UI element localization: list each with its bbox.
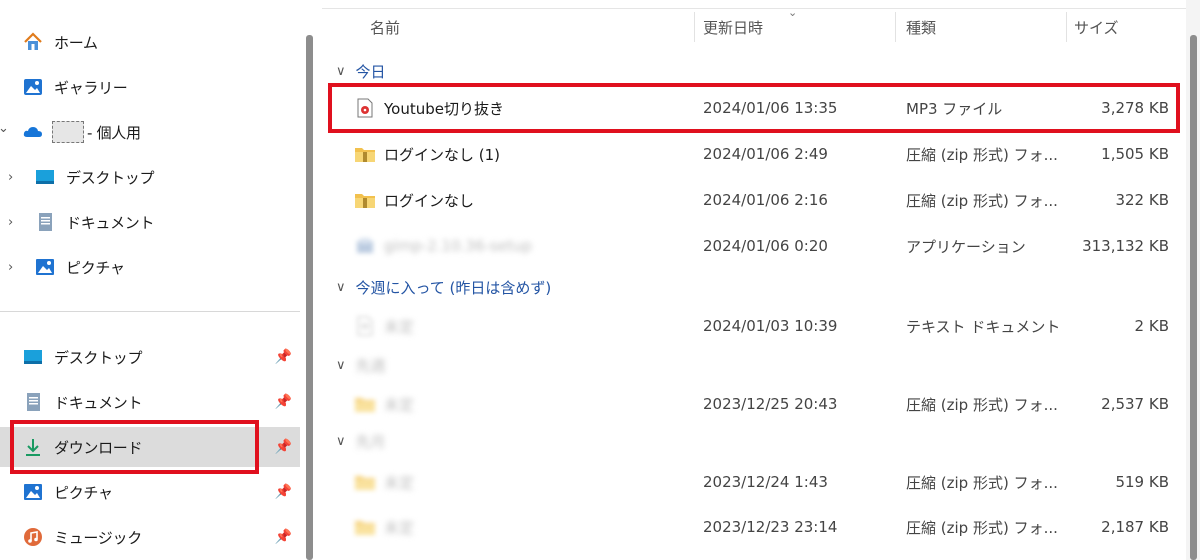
file-size: 2 KB [1134,317,1169,335]
file-row[interactable]: 未定 2023/12/23 23:14 圧縮 (zip 形式) フォ... 2,… [322,507,1186,547]
nav-divider [0,311,300,312]
file-row[interactable]: 未定 2023/12/25 20:43 圧縮 (zip 形式) フォ... 2,… [322,384,1186,424]
file-name: 未定 [384,395,415,414]
quick-access-pictures[interactable]: ピクチャ 📌 [0,472,300,512]
pin-icon[interactable]: 📌 [275,484,292,500]
documents-icon [22,391,44,413]
column-header-type[interactable]: 種類 [906,10,936,44]
file-type: アプリケーション [906,237,1026,256]
file-size: 2,537 KB [1101,395,1169,413]
zip-folder-icon [354,189,376,211]
file-name: gimp-2.10.36-setup [384,237,532,255]
file-row[interactable]: ログインなし 2024/01/06 2:16 圧縮 (zip 形式) フォ...… [322,180,1186,220]
column-header: 名前 更新日時 ⌄ 種類 サイズ [322,6,1186,44]
file-type: 圧縮 (zip 形式) フォ... [906,191,1058,210]
file-date: 2023/12/25 20:43 [703,395,838,413]
zip-folder-icon [354,516,376,538]
documents-icon [34,211,56,233]
column-header-date[interactable]: 更新日時 [703,10,763,44]
navigation-pane: ホーム ギャラリー ⌄ - 個人用 › デスクトップ › ドキュメント › ピク… [0,0,300,560]
nav-item-onedrive[interactable]: ⌄ - 個人用 [0,112,300,152]
nav-item-documents-tree[interactable]: › ドキュメント [0,202,300,242]
pictures-icon [34,256,56,278]
file-list-scrollbar[interactable] [1190,35,1197,560]
file-size: 2,187 KB [1101,518,1169,536]
nav-item-home[interactable]: ホーム [0,22,300,62]
file-size: 519 KB [1115,473,1169,491]
quick-access-music[interactable]: ミュージック 📌 [0,517,300,557]
file-name: 未定 [384,317,415,336]
column-header-size[interactable]: サイズ [1074,10,1119,44]
chevron-right-icon[interactable]: › [8,170,13,185]
chevron-down-icon: ∨ [336,279,346,295]
file-row[interactable]: 未定 2024/01/03 10:39 テキスト ドキュメント 2 KB [322,306,1186,346]
text-file-icon [354,315,376,337]
file-date: 2024/01/06 2:49 [703,145,828,163]
home-icon [22,31,44,53]
file-type: 圧縮 (zip 形式) フォ... [906,518,1058,537]
quick-access-documents[interactable]: ドキュメント 📌 [0,382,300,422]
desktop-icon [22,346,44,368]
nav-item-gallery[interactable]: ギャラリー [0,67,300,107]
chevron-down-icon: ∨ [336,357,346,373]
pin-icon[interactable]: 📌 [275,394,292,410]
highlight-box-downloads [10,420,259,474]
nav-pane-scrollbar[interactable] [306,35,313,560]
file-size: 1,505 KB [1101,145,1169,163]
file-explorer-window: ホーム ギャラリー ⌄ - 個人用 › デスクトップ › ドキュメント › ピク… [0,0,1200,560]
file-date: 2024/01/06 2:16 [703,191,828,209]
pin-icon[interactable]: 📌 [275,349,292,365]
file-type: テキスト ドキュメント [906,317,1061,336]
column-separator[interactable] [1066,12,1067,42]
pin-icon[interactable]: 📌 [275,529,292,545]
file-type: 圧縮 (zip 形式) フォ... [906,395,1058,414]
group-header-this-week[interactable]: ∨ 今週に入って (昨日は含めず) [336,274,551,300]
group-header-last-week[interactable]: ∨ 先週 [336,352,386,378]
zip-folder-icon [354,393,376,415]
desktop-icon [34,166,56,188]
chevron-down-icon: ∨ [336,433,346,449]
file-date: 2023/12/24 1:43 [703,473,828,491]
chevron-right-icon[interactable]: › [8,260,13,275]
sort-descending-icon: ⌄ [788,6,798,19]
file-name: 未定 [384,473,415,492]
file-name: ログインなし (1) [384,145,501,164]
music-icon [22,526,44,548]
file-date: 2023/12/23 23:14 [703,518,838,536]
file-name: 未定 [384,518,415,537]
file-date: 2024/01/03 10:39 [703,317,838,335]
group-header-last-month[interactable]: ∨ 先月 [336,428,386,454]
account-name-redacted [52,121,84,143]
zip-folder-icon [354,143,376,165]
column-separator[interactable] [895,12,896,42]
file-size: 322 KB [1115,191,1169,209]
onedrive-cloud-icon [22,121,44,143]
pictures-icon [22,481,44,503]
group-header-today[interactable]: ∨ 今日 [336,58,386,84]
column-separator[interactable] [694,12,695,42]
installer-icon [354,235,376,257]
file-type: 圧縮 (zip 形式) フォ... [906,145,1058,164]
nav-item-desktop-tree[interactable]: › デスクトップ [0,157,300,197]
highlight-box-mp3-file [328,83,1180,133]
file-date: 2024/01/06 0:20 [703,237,828,255]
file-row[interactable]: ログインなし (1) 2024/01/06 2:49 圧縮 (zip 形式) フ… [322,134,1186,174]
file-row[interactable]: 未定 2023/12/24 1:43 圧縮 (zip 形式) フォ... 519… [322,462,1186,502]
nav-item-pictures-tree[interactable]: › ピクチャ [0,247,300,287]
file-type: 圧縮 (zip 形式) フォ... [906,473,1058,492]
gallery-icon [22,76,44,98]
file-row[interactable]: gimp-2.10.36-setup 2024/01/06 0:20 アプリケー… [322,226,1186,266]
column-header-name[interactable]: 名前 [370,10,400,44]
chevron-right-icon[interactable]: › [8,215,13,230]
file-name: ログインなし [384,191,475,210]
file-list: 名前 更新日時 ⌄ 種類 サイズ ∨ 今日 Youtube切り抜き 2024/0… [322,0,1186,560]
quick-access-desktop[interactable]: デスクトップ 📌 [0,337,300,377]
chevron-down-icon: ∨ [336,63,346,79]
chevron-down-icon[interactable]: ⌄ [0,121,9,136]
file-size: 313,132 KB [1082,237,1169,255]
zip-folder-icon [354,471,376,493]
pin-icon[interactable]: 📌 [275,439,292,455]
